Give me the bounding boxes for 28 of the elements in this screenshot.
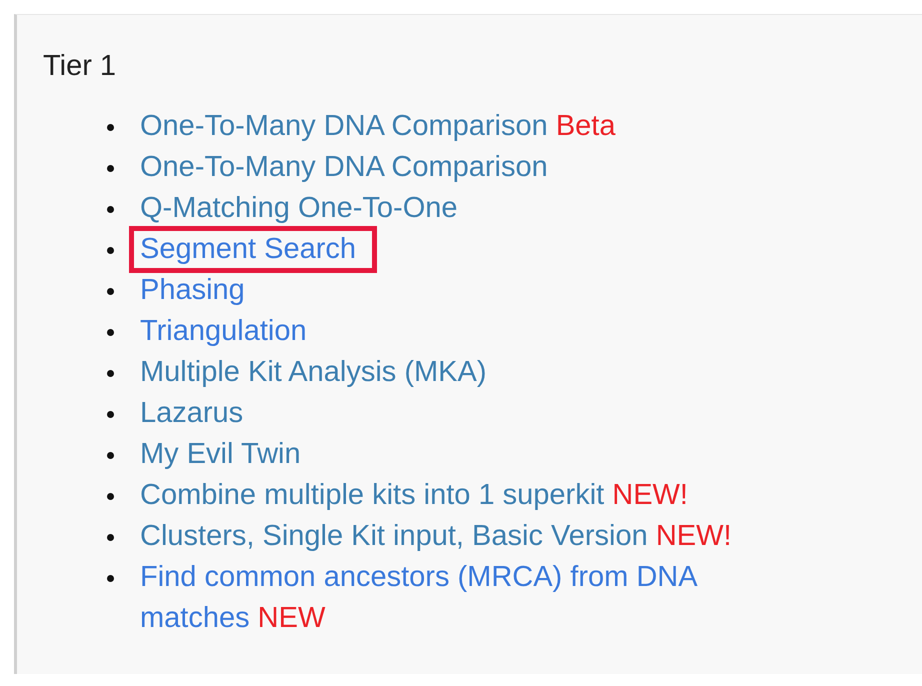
bullet-icon	[107, 206, 114, 213]
tool-link[interactable]: Segment Search	[140, 232, 356, 265]
bullet-icon	[107, 370, 114, 377]
bullet-icon	[107, 246, 114, 254]
new-label: NEW!	[612, 478, 688, 511]
bullet-icon	[107, 452, 114, 459]
tool-link[interactable]: My Evil Twin	[140, 438, 301, 470]
bullet-icon	[107, 328, 114, 336]
tool-link[interactable]: One-To-Many DNA Comparison	[140, 110, 548, 142]
tool-link[interactable]: Phasing	[140, 274, 245, 306]
tool-link[interactable]: One-To-Many DNA Comparison	[140, 150, 548, 183]
bullet-icon	[107, 410, 114, 418]
bullet-icon	[107, 288, 114, 295]
bullet-icon	[107, 534, 114, 541]
new-label: Beta	[556, 110, 616, 142]
bullet-icon	[107, 124, 114, 131]
tool-link[interactable]: Multiple Kit Analysis (MKA)	[140, 356, 486, 388]
section-heading: Tier 1	[43, 49, 118, 84]
tool-link[interactable]: Q-Matching One-To-One	[140, 192, 458, 224]
tool-link[interactable]: Clusters, Single Kit input, Basic Version	[140, 520, 648, 552]
new-label: NEW!	[656, 520, 732, 552]
tool-link[interactable]: Find common ancestors (MRCA) from DNA matches NEW	[140, 556, 755, 639]
tool-link[interactable]: Combine multiple kits into 1 superkit	[140, 478, 604, 511]
bullet-icon	[107, 574, 114, 582]
tool-link[interactable]: Lazarus	[140, 396, 244, 429]
bullet-icon	[107, 164, 114, 172]
tool-link[interactable]: Triangulation	[140, 314, 307, 347]
bullet-icon	[107, 492, 114, 500]
